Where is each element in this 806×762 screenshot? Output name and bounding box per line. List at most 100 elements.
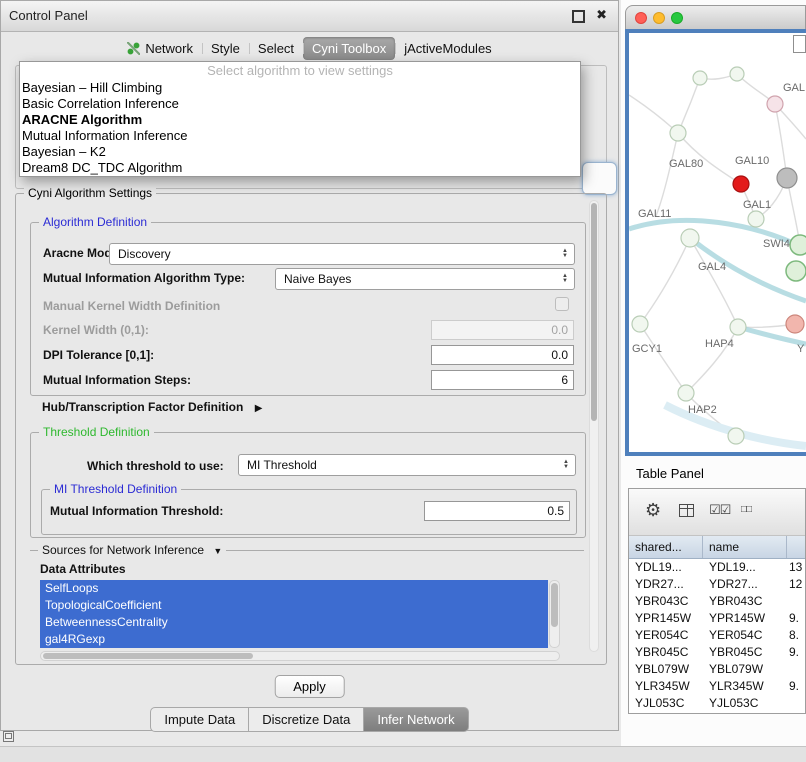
network-node[interactable]: [670, 125, 686, 141]
table-cell: YJL053C: [629, 695, 703, 712]
scrollbar-thumb[interactable]: [551, 583, 558, 627]
mi-type-label: Mutual Information Algorithm Type:: [43, 271, 245, 285]
zoom-traffic-light-icon[interactable]: [671, 12, 683, 24]
algorithm-option[interactable]: Basic Correlation Inference: [20, 96, 580, 112]
network-graph[interactable]: GALGAL80GAL10GAL11GAL1SWI4GAL4GCY1HAP4HA…: [629, 33, 806, 452]
selected-value: Discovery: [110, 247, 558, 261]
table-cell: YBL079W: [629, 661, 703, 678]
network-node[interactable]: [632, 316, 648, 332]
mi-steps-field[interactable]: 6: [431, 370, 574, 390]
selected-value: MI Threshold: [239, 458, 559, 472]
columns-icon[interactable]: [679, 504, 694, 517]
gear-icon[interactable]: ⚙: [645, 500, 661, 521]
scrollbar-thumb[interactable]: [591, 203, 597, 421]
tab-style[interactable]: Style: [202, 37, 249, 60]
tab-network[interactable]: Network: [118, 37, 202, 60]
algorithm-option[interactable]: Dream8 DC_TDC Algorithm: [20, 160, 580, 176]
hub-transcription-factor-section[interactable]: Hub/Transcription Factor Definition ▶: [42, 400, 262, 414]
node-label: GAL: [783, 82, 805, 94]
deselect-all-checkboxes-icon[interactable]: □□: [741, 504, 751, 515]
table-row[interactable]: YER054CYER054C8.: [629, 627, 805, 644]
which-threshold-label: Which threshold to use:: [87, 459, 224, 473]
manual-kernel-checkbox[interactable]: [555, 297, 569, 311]
column-header[interactable]: [787, 536, 805, 558]
dpi-tolerance-field[interactable]: 0.0: [431, 345, 574, 365]
node-label: GAL11: [638, 208, 671, 220]
dropdown-item-list: Bayesian – Hill ClimbingBasic Correlatio…: [20, 80, 580, 176]
scrollbar-thumb[interactable]: [43, 653, 253, 659]
network-node[interactable]: [777, 168, 797, 188]
attribute-list-item[interactable]: gal4RGexp: [40, 631, 548, 648]
algorithm-option[interactable]: Mutual Information Inference: [20, 128, 580, 144]
attribute-list-item[interactable]: SelfLoops: [40, 580, 548, 597]
algorithm-option[interactable]: Bayesian – K2: [20, 144, 580, 160]
table-cell: YDR27...: [703, 576, 787, 593]
table-row[interactable]: YBL079WYBL079W: [629, 661, 805, 678]
table-cell: 8.: [787, 627, 805, 644]
mi-threshold-field[interactable]: 0.5: [424, 501, 570, 521]
network-node[interactable]: [681, 229, 699, 247]
table-cell: YDR27...: [629, 576, 703, 593]
network-node[interactable]: [767, 96, 783, 112]
mi-threshold-definition-title: MI Threshold Definition: [50, 482, 181, 496]
network-node[interactable]: [728, 428, 744, 444]
attribute-list-item[interactable]: TopologicalCoefficient: [40, 597, 548, 614]
network-node[interactable]: [730, 67, 744, 81]
expand-arrow-icon[interactable]: ▶: [255, 403, 263, 414]
minimize-traffic-light-icon[interactable]: [653, 12, 665, 24]
network-node[interactable]: [733, 176, 749, 192]
threshold-definition-title: Threshold Definition: [39, 425, 154, 439]
table-row[interactable]: YJL053CYJL053C: [629, 695, 805, 712]
tab-discretize-data[interactable]: Discretize Data: [249, 707, 364, 732]
node-label: GAL4: [698, 261, 726, 273]
settings-scrollbar[interactable]: [589, 200, 599, 652]
table-row[interactable]: YDL19...YDL19...13: [629, 559, 805, 576]
column-header[interactable]: shared...: [629, 536, 703, 558]
tab-impute-data[interactable]: Impute Data: [150, 707, 249, 732]
birdseye-navigator[interactable]: [793, 35, 806, 53]
column-header[interactable]: name: [703, 536, 787, 558]
attribute-list-vscrollbar[interactable]: [549, 580, 560, 648]
tab-label: jActiveModules: [404, 41, 491, 56]
attribute-list-hscrollbar[interactable]: [40, 651, 560, 661]
select-all-checkboxes-icon[interactable]: ☑☑: [709, 502, 730, 518]
table-row[interactable]: YBR045CYBR045C9.: [629, 644, 805, 661]
aracne-mode-select[interactable]: Discovery ▲▼: [109, 243, 575, 265]
which-threshold-select[interactable]: MI Threshold ▲▼: [238, 454, 576, 476]
float-window-icon[interactable]: [572, 10, 585, 23]
table-cell: YBR045C: [629, 644, 703, 661]
network-node[interactable]: [678, 385, 694, 401]
table-row[interactable]: YBR043CYBR043C: [629, 593, 805, 610]
tab-jactivemodules[interactable]: jActiveModules: [395, 37, 500, 60]
network-canvas[interactable]: GALGAL80GAL10GAL11GAL1SWI4GAL4GCY1HAP4HA…: [625, 29, 806, 456]
table-row[interactable]: YDR27...YDR27...12: [629, 576, 805, 593]
attribute-list-item[interactable]: BetweennessCentrality: [40, 614, 548, 631]
tab-cyni-toolbox[interactable]: Cyni Toolbox: [303, 37, 395, 60]
table-row[interactable]: YPR145WYPR145W9.: [629, 610, 805, 627]
network-node[interactable]: [786, 261, 806, 281]
sources-section-title[interactable]: Sources for Network Inference ▼: [38, 543, 226, 557]
algorithm-option[interactable]: ARACNE Algorithm: [20, 112, 580, 128]
tab-infer-network[interactable]: Infer Network: [364, 707, 468, 732]
table-row[interactable]: YLR345WYLR345W9.: [629, 678, 805, 695]
updown-arrows-icon: ▲▼: [558, 274, 574, 284]
close-traffic-light-icon[interactable]: [635, 12, 647, 24]
table-cell: YPR145W: [629, 610, 703, 627]
kernel-width-field[interactable]: 0.0: [431, 320, 574, 340]
apply-button[interactable]: Apply: [274, 675, 345, 698]
network-node[interactable]: [790, 235, 806, 255]
tab-select[interactable]: Select: [249, 37, 303, 60]
close-icon[interactable]: ✖: [596, 7, 607, 23]
table-cell: YPR145W: [703, 610, 787, 627]
collapse-arrow-icon[interactable]: ▼: [213, 546, 222, 556]
network-node[interactable]: [693, 71, 707, 85]
network-node[interactable]: [748, 211, 764, 227]
mi-type-select[interactable]: Naive Bayes ▲▼: [275, 268, 575, 290]
selected-value: Naive Bayes: [276, 272, 558, 286]
algorithm-option[interactable]: Bayesian – Hill Climbing: [20, 80, 580, 96]
network-node[interactable]: [786, 315, 804, 333]
partially-hidden-button[interactable]: [582, 162, 617, 195]
restore-panel-icon[interactable]: [3, 731, 14, 742]
network-node[interactable]: [730, 319, 746, 335]
panel-tabs: NetworkStyleSelectCyni Toolbox jActiveMod…: [1, 35, 618, 61]
